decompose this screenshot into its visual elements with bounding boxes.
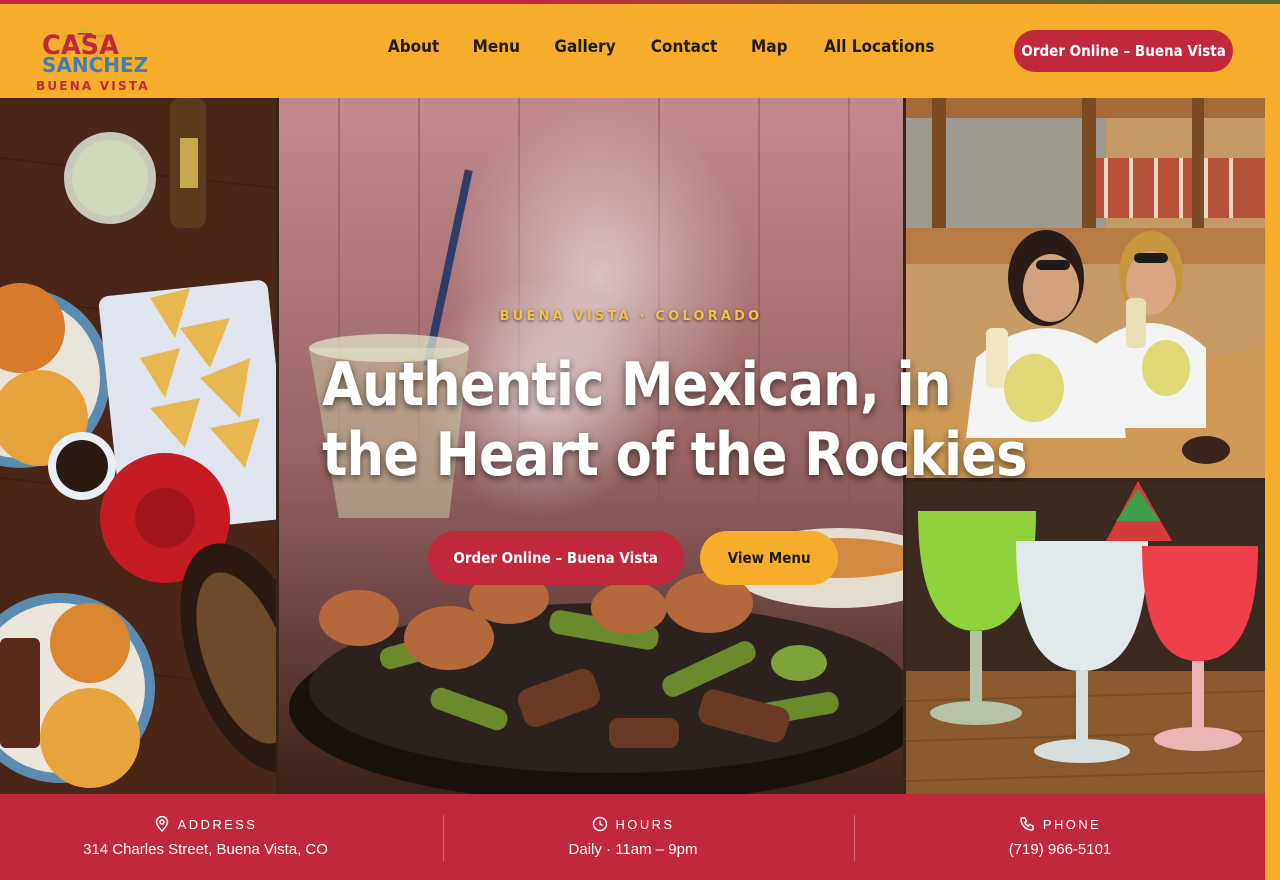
nav-about[interactable]: About [388, 37, 440, 57]
logo-text-location: BUENA VISTA [36, 79, 150, 93]
hero-kicker: BUENA VISTA · COLORADO [499, 309, 763, 324]
info-hours-value: Daily · 11am – 9pm [568, 841, 698, 858]
hero-headline-line1: Authentic Mexican, in [322, 350, 951, 420]
hero-view-menu-button[interactable]: View Menu [700, 531, 838, 585]
info-hours-label-row: HOURS [592, 816, 675, 832]
hero-headline: Authentic Mexican, in the Heart of the R… [280, 350, 1027, 490]
info-address-label-row: ADDRESS [154, 816, 258, 832]
info-address: ADDRESS 314 Charles Street, Buena Vista,… [0, 794, 411, 880]
nav-contact[interactable]: Contact [651, 37, 718, 57]
hero-order-online-label: Order Online – Buena Vista [453, 549, 659, 567]
phone-icon [1020, 817, 1034, 831]
info-phone-label: PHONE [1042, 816, 1102, 832]
logo-text-sanchez: SANCHEZ [42, 53, 149, 77]
hero-view-menu-label: View Menu [727, 549, 811, 567]
info-address-label: ADDRESS [177, 816, 258, 832]
info-address-value[interactable]: 314 Charles Street, Buena Vista, CO [83, 841, 328, 858]
info-bar: ADDRESS 314 Charles Street, Buena Vista,… [0, 794, 1265, 880]
page-right-edge [1265, 98, 1280, 880]
info-phone-value[interactable]: (719) 966-5101 [1009, 841, 1112, 858]
nav-map[interactable]: Map [751, 37, 788, 57]
photo-food-table [0, 98, 276, 794]
location-pin-icon [155, 816, 168, 832]
casa-sanchez-logo[interactable]: CASA SANCHEZ BUENA VISTA [36, 20, 149, 93]
info-hours: HOURS Daily · 11am – 9pm [444, 794, 822, 880]
clock-icon [592, 816, 607, 832]
info-phone: PHONE (719) 966-5101 [855, 794, 1265, 880]
hero-order-online-button[interactable]: Order Online – Buena Vista [428, 531, 684, 585]
header-order-online-label: Order Online – Buena Vista [1021, 42, 1226, 60]
header-order-online-button[interactable]: Order Online – Buena Vista [1014, 30, 1233, 72]
nav-all-locations[interactable]: All Locations [824, 37, 934, 57]
photo-margaritas [906, 481, 1265, 794]
main-nav: About Menu Gallery Contact Map All Locat… [385, 37, 940, 57]
site-header: CASA SANCHEZ BUENA VISTA About Menu Gall… [0, 4, 1280, 98]
nav-gallery[interactable]: Gallery [554, 37, 615, 57]
hero-headline-line2: the Heart of the Rockies [322, 420, 1027, 490]
info-phone-label-row: PHONE [1019, 816, 1101, 832]
info-hours-label: HOURS [615, 816, 675, 832]
nav-menu[interactable]: Menu [473, 37, 520, 57]
